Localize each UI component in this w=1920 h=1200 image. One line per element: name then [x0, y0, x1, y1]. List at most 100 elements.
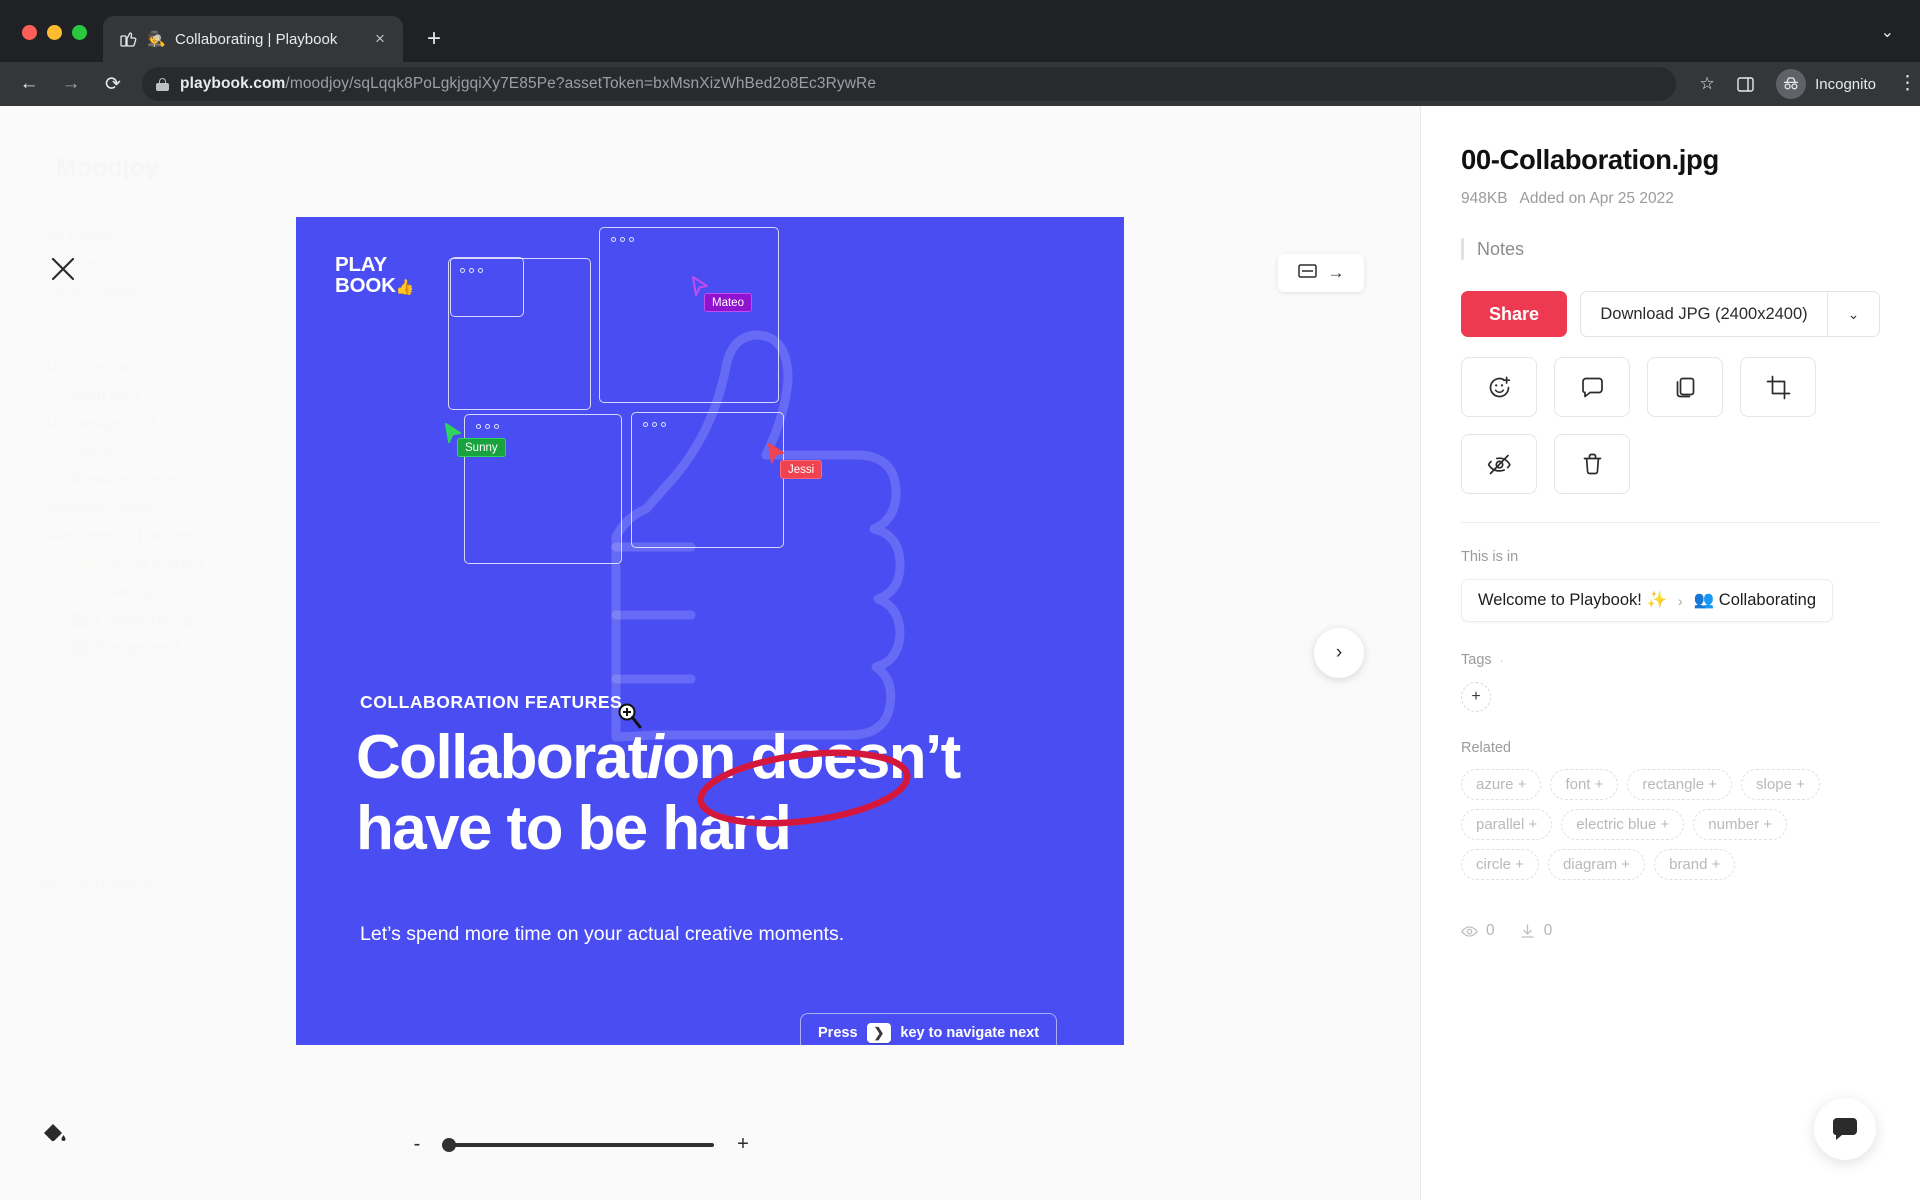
cursor-label-jessi: Jessi — [780, 460, 823, 479]
tags-hint: · — [1499, 652, 1504, 668]
logo-line-2: BOOK — [335, 273, 396, 297]
comment-button[interactable] — [1554, 357, 1630, 417]
shared-window-top-right — [599, 227, 779, 403]
related-tag[interactable]: slope + — [1741, 769, 1820, 800]
press-key-hint: Press ❯ key to navigate next — [800, 1013, 1058, 1045]
close-viewer-button[interactable] — [48, 254, 82, 288]
url-host: playbook.com — [180, 75, 286, 92]
asset-lightbox: → PLAY BOOK👍 Mateo Sunny Jessi COLLABORA… — [0, 106, 1420, 1200]
press-key-prefix: Press — [818, 1024, 858, 1041]
chat-support-button[interactable] — [1814, 1098, 1876, 1160]
related-tag[interactable]: font + — [1550, 769, 1619, 800]
related-tag-list: azure + font + rectangle + slope + paral… — [1461, 769, 1866, 880]
close-window-button[interactable] — [22, 25, 37, 40]
eye-icon — [1461, 925, 1478, 937]
slide-subline: Let’s spend more time on your actual cre… — [360, 923, 845, 945]
headline-part-1: Collaborat — [356, 723, 648, 792]
duplicate-icon — [1676, 377, 1694, 397]
tab-emoji-icon: 🕵 — [147, 30, 166, 48]
duplicate-button[interactable] — [1647, 357, 1723, 417]
add-reaction-button[interactable] — [1461, 357, 1537, 417]
browser-window: 🕵 Collaborating | Playbook × + ⌄ ← → ⟳ p… — [0, 0, 1920, 1200]
notes-accent-bar — [1461, 238, 1464, 260]
download-chevron-down-icon[interactable]: ⌄ — [1827, 292, 1879, 336]
related-tag[interactable]: number + — [1693, 809, 1788, 840]
download-button[interactable]: Download JPG (2400x2400) — [1581, 292, 1827, 336]
slide-headline: Collaboration doesn’t have to be hard — [356, 723, 1076, 864]
browser-tab[interactable]: 🕵 Collaborating | Playbook × — [103, 16, 403, 62]
zoom-slider-track[interactable] — [442, 1137, 714, 1152]
minimize-window-button[interactable] — [47, 25, 62, 40]
maximize-window-button[interactable] — [72, 25, 87, 40]
download-button-group: Download JPG (2400x2400) ⌄ — [1580, 291, 1880, 337]
bookmark-star-icon[interactable]: ☆ — [1690, 67, 1724, 101]
next-asset-button[interactable]: › — [1314, 628, 1364, 678]
asset-added-date: Added on Apr 25 2022 — [1519, 190, 1674, 207]
back-button[interactable]: ← — [10, 65, 48, 103]
page-content: Moodjoy All media People Sarah Jones Boa… — [0, 106, 1920, 1200]
related-label: Related — [1461, 740, 1511, 756]
breadcrumb-parent[interactable]: Welcome to Playbook! ✨ — [1478, 591, 1667, 610]
related-tag[interactable]: brand + — [1654, 849, 1736, 880]
add-reaction-icon — [1489, 376, 1510, 397]
download-icon — [1520, 923, 1534, 938]
cursor-label-mateo: Mateo — [704, 293, 752, 312]
related-tag[interactable]: diagram + — [1547, 849, 1646, 880]
download-count-value: 0 — [1543, 922, 1553, 939]
notes-placeholder: Notes — [1477, 238, 1525, 259]
related-tag[interactable]: rectangle + — [1627, 769, 1733, 800]
forward-button[interactable]: → — [52, 65, 90, 103]
asset-actions-row: Share Download JPG (2400x2400) ⌄ — [1461, 291, 1880, 337]
side-panel-icon[interactable] — [1728, 67, 1762, 101]
slide-image[interactable]: PLAY BOOK👍 Mateo Sunny Jessi COLLABORATI… — [296, 217, 1124, 1045]
crop-icon — [1766, 375, 1790, 399]
press-key-cap: ❯ — [866, 1023, 892, 1043]
shared-window-bottom-right — [631, 412, 784, 548]
zoom-out-button[interactable]: - — [408, 1133, 426, 1156]
breadcrumb[interactable]: Welcome to Playbook! ✨ › 👥 Collaborating — [1461, 579, 1834, 622]
related-tag[interactable]: circle + — [1461, 849, 1539, 880]
related-tag[interactable]: parallel + — [1461, 809, 1553, 840]
shared-window-top-left — [448, 258, 591, 410]
add-tag-button[interactable]: + — [1461, 682, 1491, 712]
tab-search-chevron-down-icon[interactable]: ⌄ — [1881, 22, 1920, 62]
new-tab-button[interactable]: + — [417, 22, 451, 56]
reload-button[interactable]: ⟳ — [94, 65, 132, 103]
playbook-logo: PLAY BOOK👍 — [335, 254, 414, 297]
chat-bubble-icon — [1833, 1118, 1857, 1140]
share-button[interactable]: Share — [1461, 291, 1568, 337]
address-bar[interactable]: playbook.com/moodjoy/sqLqqk8PoLgkjgqiXy7… — [142, 67, 1677, 101]
lock-icon — [156, 77, 169, 91]
fit-view-button[interactable]: → — [1278, 254, 1364, 292]
zoom-slider-thumb[interactable] — [442, 1137, 456, 1152]
view-count-value: 0 — [1486, 922, 1495, 939]
zoom-in-button[interactable]: + — [734, 1133, 752, 1156]
related-tag[interactable]: azure + — [1461, 769, 1542, 800]
hide-button[interactable] — [1461, 434, 1537, 494]
headline-line-2: have to be hard — [356, 793, 792, 863]
notes-field[interactable]: Notes — [1461, 238, 1880, 260]
asset-meta: 948KB Added on Apr 25 2022 — [1461, 190, 1880, 208]
profile-chip[interactable]: Incognito — [1766, 69, 1882, 99]
paint-bucket-icon[interactable] — [40, 1118, 70, 1148]
shared-window-bottom-left — [464, 414, 622, 564]
download-count: 0 — [1519, 922, 1553, 940]
crop-button[interactable] — [1740, 357, 1816, 417]
hide-icon — [1487, 454, 1511, 474]
slide-eyebrow: COLLABORATION FEATURES — [360, 692, 623, 712]
tags-header: Tags · — [1461, 652, 1880, 668]
delete-button[interactable] — [1554, 434, 1630, 494]
browser-menu-icon[interactable]: ⋮ — [1886, 73, 1917, 93]
breadcrumb-separator: › — [1678, 592, 1683, 609]
related-tag[interactable]: electric blue + — [1561, 809, 1685, 840]
window-dots-icon — [611, 237, 634, 242]
tab-close-icon[interactable]: × — [369, 28, 391, 50]
breadcrumb-current[interactable]: 👥 Collaborating — [1694, 591, 1816, 610]
zoom-slider-control: - + — [0, 1133, 1160, 1156]
omnibox-toolbar: ← → ⟳ playbook.com/moodjoy/sqLqqk8PoLgkj… — [0, 62, 1920, 106]
tab-title: Collaborating | Playbook — [175, 30, 338, 48]
fit-layout-icon — [1297, 263, 1317, 284]
headline-part-2: on — [662, 723, 751, 792]
window-traffic-lights — [0, 25, 103, 62]
asset-tool-grid — [1461, 357, 1880, 494]
